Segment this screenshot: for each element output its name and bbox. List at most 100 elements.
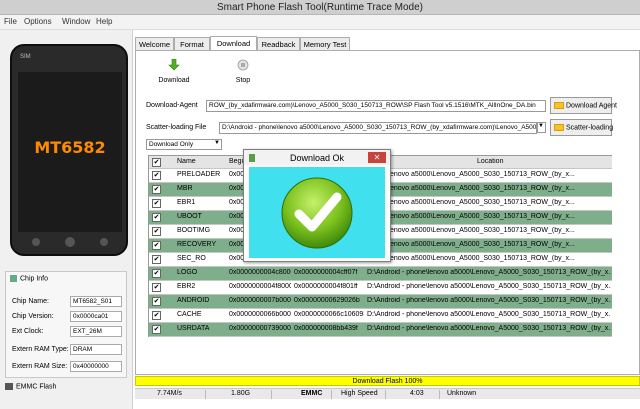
phone-menu-button-icon bbox=[100, 238, 108, 246]
partition-checkbox[interactable]: ✔ bbox=[152, 171, 161, 180]
stop-button[interactable]: Stop bbox=[221, 59, 265, 84]
chip-info-panel: Chip Info Chip Name: MT6582_S01 Chip Ver… bbox=[5, 271, 127, 378]
phone-brand-mark: SIM bbox=[20, 54, 31, 60]
scatter-loading-button-label: Scatter-loading bbox=[566, 124, 614, 132]
scatter-loading-button[interactable]: Scatter-loading bbox=[550, 119, 614, 136]
ram-size-value: 0x40000000 bbox=[70, 361, 122, 372]
table-row[interactable]: ✔ ANDROID 0x0000000007b000000x000000006290… bbox=[149, 295, 612, 309]
partition-location: phone\lenovo a5000\Lenovo_A5000_S030_150… bbox=[367, 241, 575, 248]
partition-name: ANDROID bbox=[177, 297, 210, 304]
partition-location: phone\lenovo a5000\Lenovo_A5000_S030_150… bbox=[367, 255, 575, 262]
partition-name: EBR2 bbox=[177, 283, 196, 290]
partition-end-address: 0x000000008bb439f bbox=[294, 325, 358, 332]
partition-begin-address: 0x0000000073900000 bbox=[229, 325, 291, 332]
partition-checkbox[interactable]: ✔ bbox=[152, 283, 161, 292]
partition-checkbox[interactable]: ✔ bbox=[152, 241, 161, 250]
download-arrow-icon bbox=[152, 58, 196, 74]
ram-type-label: Extern RAM Type: bbox=[12, 346, 69, 353]
status-usb-speed: High Speed bbox=[341, 390, 378, 397]
chip-name-label: Chip Name: bbox=[12, 298, 49, 305]
partition-checkbox[interactable]: ✔ bbox=[152, 269, 161, 278]
partition-checkbox[interactable]: ✔ bbox=[152, 227, 161, 236]
column-name: Name bbox=[177, 158, 196, 165]
download-agent-button[interactable]: Download Agent bbox=[550, 97, 617, 114]
folder-icon bbox=[554, 102, 564, 109]
partition-checkbox[interactable]: ✔ bbox=[152, 311, 161, 320]
folder-icon bbox=[554, 124, 564, 131]
phone-home-button-icon bbox=[65, 237, 75, 247]
chip-info-title: Chip Info bbox=[20, 275, 49, 283]
partition-location: phone\lenovo a5000\Lenovo_A5000_S030_150… bbox=[367, 199, 575, 206]
tab-download[interactable]: Download bbox=[210, 36, 257, 50]
partition-begin-address: 0x0000000004f80000 bbox=[229, 283, 291, 290]
menu-window[interactable]: Window bbox=[62, 17, 90, 26]
partition-name: RECOVERY bbox=[177, 241, 217, 248]
progress-label: Download Flash 100% bbox=[352, 378, 423, 385]
scatter-loading-path[interactable]: D:\Android - phone\lenovo a5000\Lenovo_A… bbox=[219, 122, 537, 134]
partition-checkbox[interactable]: ✔ bbox=[152, 185, 161, 194]
menu-file[interactable]: File bbox=[4, 17, 17, 26]
chevron-down-icon: ▼ bbox=[538, 123, 544, 129]
partition-location: D:\Android - phone\lenovo a5000\Lenovo_A… bbox=[367, 311, 611, 318]
download-agent-button-label: Download Agent bbox=[566, 102, 617, 110]
partition-location: phone\lenovo a5000\Lenovo_A5000_S030_150… bbox=[367, 213, 575, 220]
download-agent-label: Download-Agent bbox=[146, 102, 198, 109]
partition-name: SEC_RO bbox=[177, 255, 206, 262]
dialog-title-bar: Download Ok ✕ bbox=[244, 150, 390, 165]
ext-clock-value: EXT_26M bbox=[70, 326, 122, 337]
partition-checkbox[interactable]: ✔ bbox=[152, 325, 161, 334]
status-size: 1.80G bbox=[231, 390, 251, 397]
tab-memory-test[interactable]: Memory Test bbox=[300, 37, 350, 50]
phone-illustration: SIM MT6582 bbox=[10, 44, 128, 256]
partition-name: MBR bbox=[177, 185, 193, 192]
menu-help[interactable]: Help bbox=[96, 17, 112, 26]
tab-welcome[interactable]: Welcome bbox=[135, 37, 174, 50]
partition-checkbox[interactable]: ✔ bbox=[152, 255, 161, 264]
download-button[interactable]: Download bbox=[152, 58, 196, 84]
download-ok-dialog: Download Ok ✕ bbox=[243, 149, 391, 262]
status-divider bbox=[385, 390, 386, 399]
chip-version-label: Chip Version: bbox=[12, 313, 54, 320]
title-bar: Smart Phone Flash Tool(Runtime Trace Mod… bbox=[0, 0, 640, 15]
partition-end-address: 0x0000000004cff07f bbox=[294, 269, 358, 276]
menu-bar: File Options Window Help bbox=[0, 15, 640, 30]
partition-checkbox[interactable]: ✔ bbox=[152, 297, 161, 306]
menu-options[interactable]: Options bbox=[24, 17, 52, 26]
partition-checkbox[interactable]: ✔ bbox=[152, 199, 161, 208]
table-row[interactable]: ✔ USRDATA 0x00000000739000000x000000008bb4… bbox=[149, 323, 612, 337]
partition-location: D:\Android - phone\lenovo a5000\Lenovo_A… bbox=[367, 269, 611, 276]
partition-location: phone\lenovo a5000\Lenovo_A5000_S030_150… bbox=[367, 227, 575, 234]
tab-readback[interactable]: Readback bbox=[257, 37, 300, 50]
partition-begin-address: 0x0000000007b00000 bbox=[229, 297, 291, 304]
table-row[interactable]: ✔ CACHE 0x0000000066b000000x0000000066c106… bbox=[149, 309, 612, 323]
partition-begin-address: 0x0000000066b00000 bbox=[229, 311, 291, 318]
partition-checkbox[interactable]: ✔ bbox=[152, 213, 161, 222]
window-title: Smart Phone Flash Tool(Runtime Trace Mod… bbox=[216, 2, 423, 13]
partition-name: CACHE bbox=[177, 311, 202, 318]
status-divider bbox=[271, 390, 272, 399]
partition-end-address: 0x00000000629026b bbox=[294, 297, 360, 304]
phone-chip-label: MT6582 bbox=[34, 138, 106, 157]
stop-icon bbox=[221, 59, 265, 74]
partition-location: D:\Android - phone\lenovo a5000\Lenovo_A… bbox=[367, 283, 611, 290]
download-agent-path[interactable]: ROW_(by_xdafirmware.com)\Lenovo_A5000_S0… bbox=[206, 100, 546, 112]
status-divider bbox=[331, 390, 332, 399]
chevron-down-icon: ▼ bbox=[214, 140, 220, 146]
success-check-icon bbox=[281, 177, 353, 249]
partition-location: D:\Android - phone\lenovo a5000\Lenovo_A… bbox=[367, 297, 611, 304]
storage-icon bbox=[5, 383, 13, 390]
ext-clock-label: Ext Clock: bbox=[12, 328, 44, 335]
table-row[interactable]: ✔ EBR2 0x0000000004f80000 0x0000000004f801f… bbox=[149, 281, 612, 295]
partition-end-address: 0x0000000004f801ff bbox=[294, 283, 358, 290]
ram-type-value: DRAM bbox=[70, 344, 122, 355]
download-mode-select[interactable]: Download Only ▼ bbox=[146, 139, 222, 150]
scatter-history-dropdown[interactable]: ▼ bbox=[537, 122, 546, 133]
table-row[interactable]: ✔ LOGO 0x0000000004c800000x0000000004cff07… bbox=[149, 267, 612, 281]
select-all-checkbox[interactable]: ✔ bbox=[152, 158, 161, 167]
status-time: 4:03 bbox=[410, 390, 424, 397]
tab-format[interactable]: Format bbox=[174, 37, 210, 50]
partition-name: BOOTIMG bbox=[177, 227, 211, 234]
partition-begin-address: 0x0000000004c80000 bbox=[229, 269, 291, 276]
ram-size-label: Extern RAM Size: bbox=[12, 363, 68, 370]
dialog-close-button[interactable]: ✕ bbox=[368, 152, 386, 163]
